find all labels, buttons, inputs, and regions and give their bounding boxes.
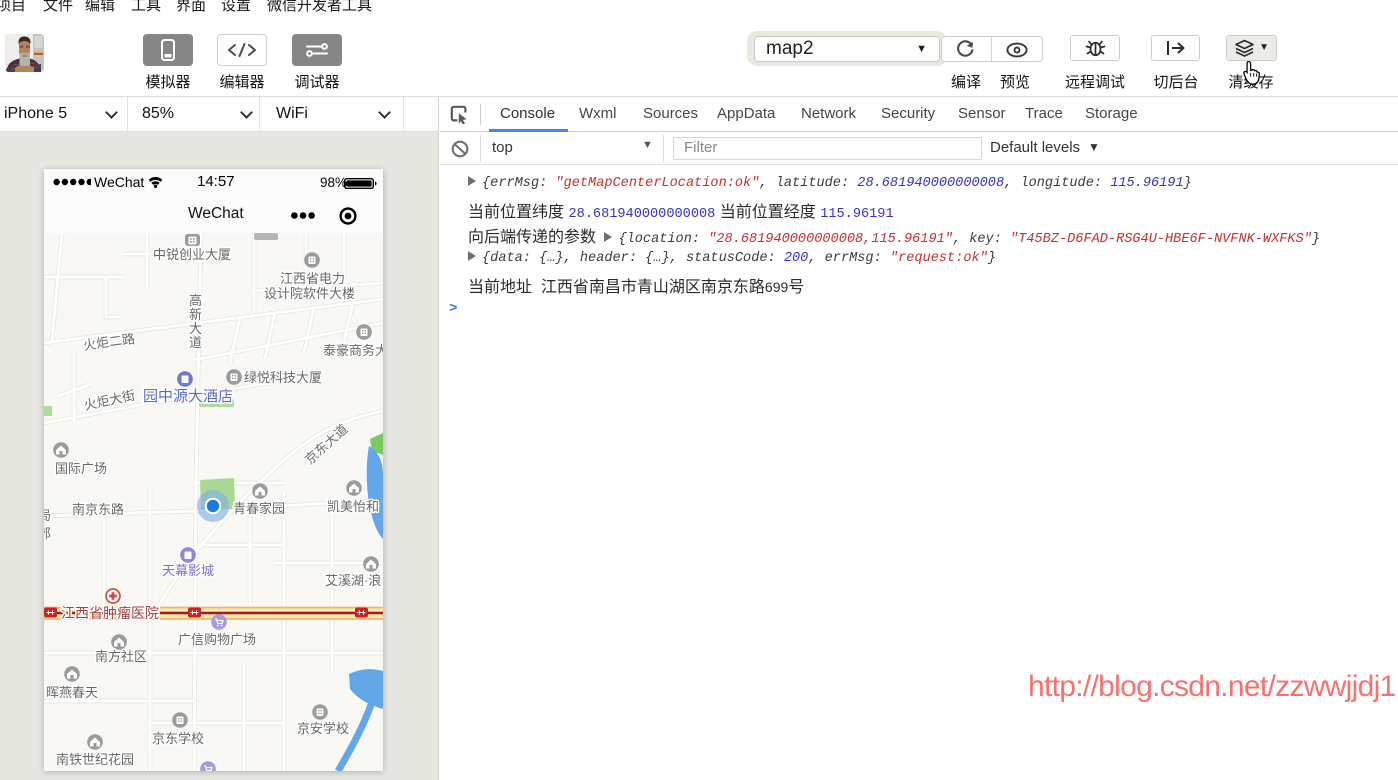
svg-text:园中源大酒店: 园中源大酒店 xyxy=(143,388,233,405)
svg-text:江西省肿瘤医院: 江西省肿瘤医院 xyxy=(61,605,159,621)
svg-text:京东学校: 京东学校 xyxy=(152,731,204,746)
svg-text:大: 大 xyxy=(189,321,202,336)
svg-text:江西省电力: 江西省电力 xyxy=(280,271,345,286)
svg-text:南铁世纪花园: 南铁世纪花园 xyxy=(56,752,134,767)
svg-text:新: 新 xyxy=(189,307,202,322)
svg-text:泰豪商务大厦: 泰豪商务大厦 xyxy=(323,343,383,358)
svg-text:南京东路: 南京东路 xyxy=(72,502,124,517)
svg-text:高: 高 xyxy=(189,293,202,308)
svg-text:晖燕春天: 晖燕春天 xyxy=(46,685,98,700)
svg-text:郊: 郊 xyxy=(44,526,51,541)
svg-text:南方社区: 南方社区 xyxy=(95,649,147,664)
svg-text:国际广场: 国际广场 xyxy=(55,461,107,476)
svg-text:凯美怡和: 凯美怡和 xyxy=(327,499,379,514)
svg-text:艾溪湖·浪: 艾溪湖·浪 xyxy=(325,573,381,588)
svg-text:广信购物广场: 广信购物广场 xyxy=(178,632,256,647)
svg-text:京安学校: 京安学校 xyxy=(297,721,349,736)
svg-text:中锐创业大厦: 中锐创业大厦 xyxy=(153,247,231,262)
svg-text:绿悦科技大厦: 绿悦科技大厦 xyxy=(244,370,322,385)
svg-text:道: 道 xyxy=(189,335,202,350)
svg-text:局: 局 xyxy=(44,508,51,523)
svg-text:设计院软件大楼: 设计院软件大楼 xyxy=(264,286,355,301)
svg-text:天幕影城: 天幕影城 xyxy=(162,563,214,578)
svg-text:青春家园: 青春家园 xyxy=(233,501,285,516)
